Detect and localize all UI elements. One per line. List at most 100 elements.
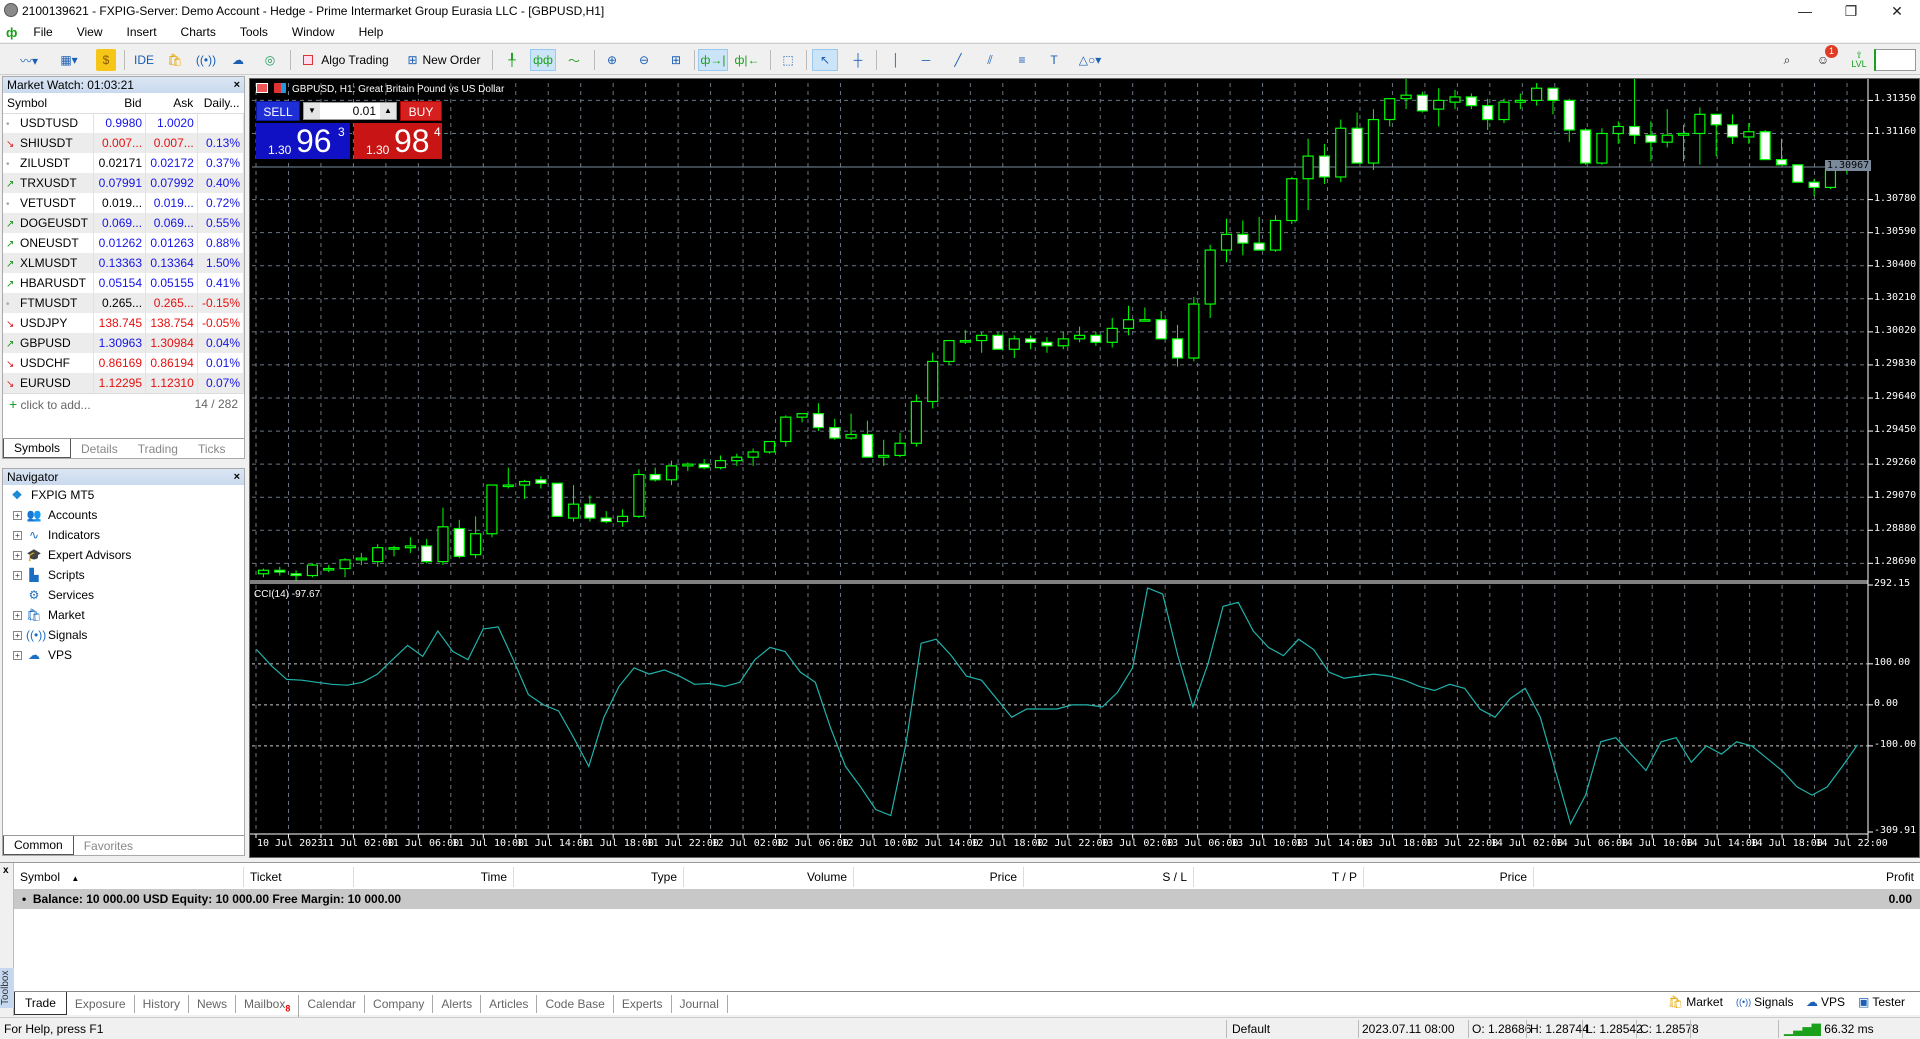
- close-button[interactable]: ✕: [1874, 0, 1920, 22]
- market-watch-row[interactable]: ↗ TRXUSDT 0.07991 0.07992 0.40%: [3, 173, 245, 193]
- col-time-2[interactable]: Time: [354, 867, 514, 887]
- minimize-button[interactable]: —: [1782, 0, 1828, 22]
- algo-trading-button[interactable]: Algo Trading: [298, 49, 394, 71]
- link-market[interactable]: 🛍 Market: [1668, 995, 1723, 1009]
- col-profit-9[interactable]: Profit: [1534, 867, 1920, 887]
- chart-window[interactable]: GBPUSD, H1: Great Britain Pound vs US Do…: [249, 78, 1920, 858]
- navigator-item-services[interactable]: ⚙ Services: [3, 585, 244, 605]
- search-icon[interactable]: ⌕: [1776, 49, 1798, 71]
- tab-exposure[interactable]: Exposure: [67, 995, 135, 1013]
- dollar-icon[interactable]: $: [96, 49, 116, 71]
- col-price-5[interactable]: Price: [854, 867, 1024, 887]
- market-watch-row[interactable]: • USDTUSD 0.9980 1.0020: [3, 113, 245, 133]
- expand-icon[interactable]: +: [13, 550, 22, 560]
- level-up-icon[interactable]: ⇧ LVL: [1848, 49, 1870, 71]
- volume-value[interactable]: 0.01: [320, 103, 380, 119]
- col-ask[interactable]: Ask: [145, 93, 198, 114]
- volume-decrease-button[interactable]: ▼: [304, 103, 320, 119]
- horizontal-line-icon[interactable]: ─: [914, 49, 938, 71]
- navigator-item-vps[interactable]: + ☁ VPS: [3, 645, 244, 665]
- volume-field[interactable]: ▼ 0.01 ▲: [303, 102, 397, 120]
- navigator-item-indicators[interactable]: + ∿ Indicators: [3, 525, 244, 545]
- navigator-item-scripts[interactable]: + ▙ Scripts: [3, 565, 244, 585]
- screenshot-icon[interactable]: ⬚: [776, 49, 800, 71]
- market-watch-row[interactable]: ↘ USDJPY 138.745 138.754 -0.05%: [3, 313, 245, 333]
- close-icon[interactable]: ×: [234, 469, 240, 485]
- expand-icon[interactable]: +: [13, 610, 22, 620]
- tab-articles[interactable]: Articles: [481, 995, 538, 1013]
- text-icon[interactable]: T: [1042, 49, 1066, 71]
- vertical-line-icon[interactable]: │: [884, 49, 908, 71]
- market-watch-row[interactable]: ↘ SHIUSDT 0.007... 0.007... 0.13%: [3, 133, 245, 153]
- market-watch-row[interactable]: ↗ XLMUSDT 0.13363 0.13364 1.50%: [3, 253, 245, 273]
- col-daily[interactable]: Daily...: [197, 93, 244, 114]
- chart-type-dropdown[interactable]: 〰▾: [12, 49, 46, 71]
- vps-cloud-icon[interactable]: ☁: [226, 49, 250, 71]
- expand-icon[interactable]: +: [13, 530, 22, 540]
- market-watch-row[interactable]: ↗ DOGEUSDT 0.069... 0.069... 0.55%: [3, 213, 245, 233]
- volume-increase-button[interactable]: ▲: [380, 103, 396, 119]
- navigator-item-market[interactable]: + 🛍 Market: [3, 605, 244, 625]
- tab-trading[interactable]: Trading: [128, 440, 188, 458]
- tab-history[interactable]: History: [135, 995, 189, 1013]
- market-watch-row[interactable]: • VETUSDT 0.019... 0.019... 0.72%: [3, 193, 245, 213]
- market-bag-icon[interactable]: 🛍: [164, 49, 186, 71]
- buy-button[interactable]: BUY: [400, 101, 442, 121]
- expand-icon[interactable]: +: [13, 630, 22, 640]
- zoom-in-icon[interactable]: ⊕: [600, 49, 624, 71]
- market-watch-row[interactable]: • ZILUSDT 0.02171 0.02172 0.37%: [3, 153, 245, 173]
- profile-name[interactable]: Default: [1232, 1022, 1270, 1036]
- menu-charts[interactable]: Charts: [169, 25, 228, 39]
- market-watch-row[interactable]: ↘ EURUSD 1.12295 1.12310 0.07%: [3, 373, 245, 393]
- menu-window[interactable]: Window: [280, 25, 347, 39]
- tab-symbols[interactable]: Symbols: [3, 439, 72, 458]
- balance-row[interactable]: • Balance: 10 000.00 USD Equity: 10 000.…: [14, 889, 1920, 909]
- fibonacci-icon[interactable]: ≡: [1010, 49, 1034, 71]
- close-icon[interactable]: x: [3, 865, 9, 876]
- expand-icon[interactable]: +: [13, 650, 22, 660]
- trendline-icon[interactable]: ╱: [946, 49, 970, 71]
- signals-icon[interactable]: ((•)): [194, 49, 218, 71]
- navigator-item-signals[interactable]: + ((•)) Signals: [3, 625, 244, 645]
- menu-help[interactable]: Help: [347, 25, 396, 39]
- crosshair-icon[interactable]: ┼: [846, 49, 870, 71]
- account-icon[interactable]: ☺ 1: [1810, 45, 1838, 71]
- market-watch-row[interactable]: ↘ USDCHF 0.86169 0.86194 0.01%: [3, 353, 245, 373]
- add-symbol-row[interactable]: + click to add... 14 / 282: [3, 393, 244, 413]
- market-watch-row[interactable]: ↗ HBARUSDT 0.05154 0.05155 0.41%: [3, 273, 245, 293]
- sell-button[interactable]: SELL: [256, 101, 300, 121]
- menu-view[interactable]: View: [65, 25, 115, 39]
- buy-price[interactable]: 1.30 98 4: [354, 123, 442, 159]
- col-price-8[interactable]: Price: [1364, 867, 1534, 887]
- link-vps[interactable]: ☁ VPS: [1806, 995, 1845, 1009]
- tile-windows-icon[interactable]: ⊞: [664, 49, 688, 71]
- ide-button[interactable]: IDE: [130, 49, 158, 71]
- tab-journal[interactable]: Journal: [672, 995, 728, 1013]
- sell-price[interactable]: 1.30 96 3: [256, 123, 350, 159]
- tab-calendar[interactable]: Calendar: [299, 995, 366, 1013]
- navigator-item-accounts[interactable]: + 👥 Accounts: [3, 505, 244, 525]
- navigator-item-expert-advisors[interactable]: + 🎓 Expert Advisors: [3, 545, 244, 565]
- channel-icon[interactable]: ⫽: [978, 49, 1002, 71]
- navigator-root[interactable]: ❖ FXPIG MT5: [3, 485, 244, 505]
- expand-icon[interactable]: +: [13, 570, 22, 580]
- tab-news[interactable]: News: [189, 995, 236, 1013]
- menu-file[interactable]: File: [21, 25, 64, 39]
- market-watch-row[interactable]: • FTMUSDT 0.265... 0.265... -0.15%: [3, 293, 245, 313]
- col-ticket-1[interactable]: Ticket: [244, 867, 354, 887]
- col-volume-4[interactable]: Volume: [684, 867, 854, 887]
- maximize-button[interactable]: ❐: [1828, 0, 1874, 22]
- link-tester[interactable]: ▣ Tester: [1858, 995, 1905, 1009]
- tab-common[interactable]: Common: [3, 836, 74, 855]
- menu-tools[interactable]: Tools: [228, 25, 280, 39]
- col-type-3[interactable]: Type: [514, 867, 684, 887]
- radar-icon[interactable]: ◎: [258, 49, 282, 71]
- cursor-icon[interactable]: ↖: [812, 49, 838, 71]
- chart-shift-icon[interactable]: ф|←: [732, 49, 762, 71]
- col-symbol-0[interactable]: Symbol ▲: [14, 867, 244, 887]
- expand-icon[interactable]: +: [13, 510, 22, 520]
- tab-code-base[interactable]: Code Base: [537, 995, 614, 1013]
- tab-favorites[interactable]: Favorites: [74, 837, 143, 855]
- market-watch-row[interactable]: ↗ ONEUSDT 0.01262 0.01263 0.88%: [3, 233, 245, 253]
- connection-status[interactable]: ▁▃▅▇ 66.32 ms: [1784, 1022, 1874, 1036]
